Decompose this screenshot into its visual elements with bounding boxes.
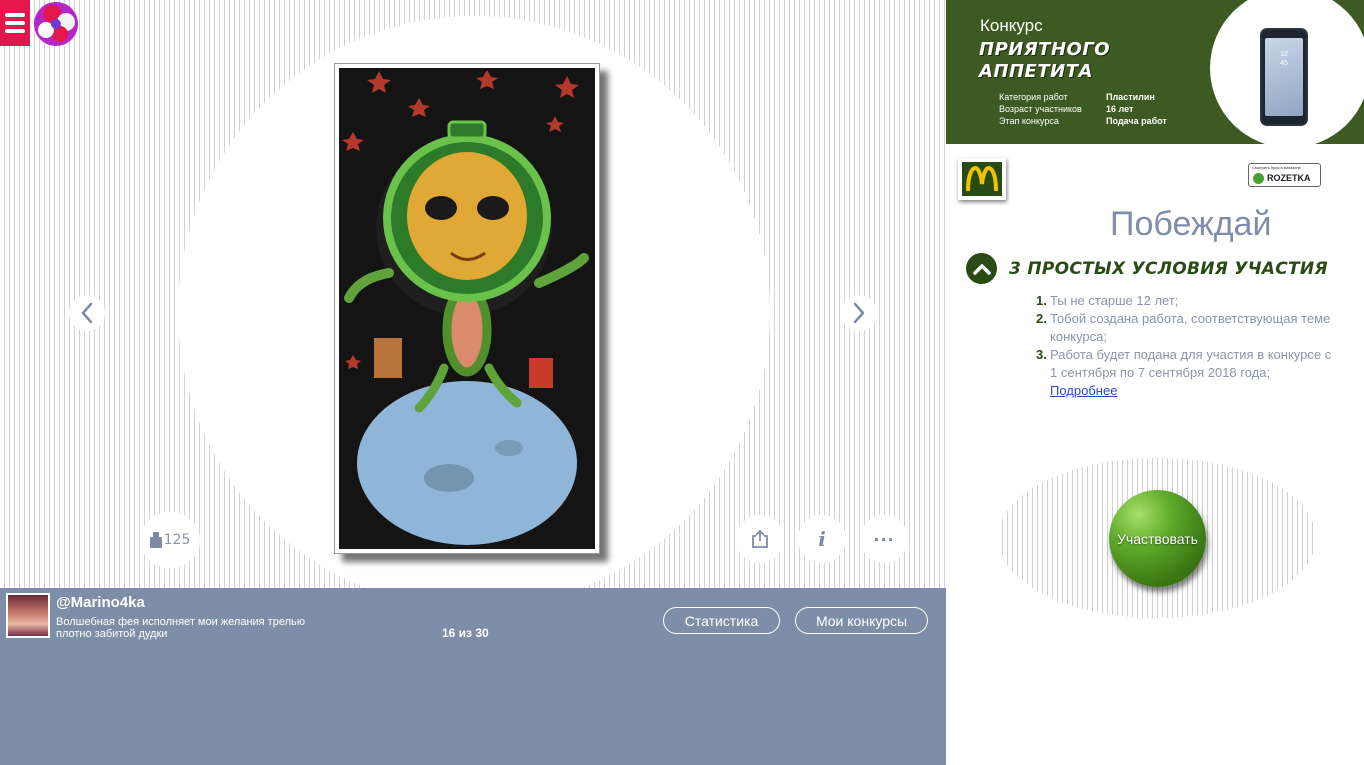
rozetka-link[interactable]: Смотреть приз в магазине ROZETKA xyxy=(1248,163,1321,187)
rozetka-icon xyxy=(1253,173,1264,184)
author-bar: @Marino4ka Волшебная фея исполняет мои ж… xyxy=(0,588,946,765)
sponsor-logo[interactable] xyxy=(958,158,1006,200)
more-button[interactable]: ··· xyxy=(860,515,908,563)
condition-text: Тобой создана работа, соответствующая те… xyxy=(1050,311,1331,344)
promo-row-key: Этап конкурса xyxy=(999,116,1059,126)
chevron-right-icon xyxy=(853,302,865,324)
author-handle[interactable]: @Marino4ka xyxy=(56,594,145,611)
more-details-link[interactable]: Подробнее xyxy=(1050,383,1117,398)
my-contests-button[interactable]: Мои конкурсы xyxy=(795,607,928,634)
list-item: 2. Тобой создана работа, соответствующая… xyxy=(1036,310,1336,346)
chevron-left-icon xyxy=(81,302,93,324)
mcdonalds-logo xyxy=(966,166,998,192)
likes-count: 125 xyxy=(163,532,191,548)
prev-artwork-button[interactable] xyxy=(69,295,105,331)
conditions-list: 1. Ты не старше 12 лет; 2. Тобой создана… xyxy=(1036,292,1336,400)
share-button[interactable] xyxy=(736,515,784,563)
more-icon: ··· xyxy=(873,529,895,549)
promo-row-value: Пластилин xyxy=(1106,92,1155,102)
condition-number: 1. xyxy=(1036,293,1047,308)
condition-text: Ты не старше 12 лет; xyxy=(1050,293,1179,308)
conditions-toggle[interactable]: 3 ПРОСТЫХ УСЛОВИЯ УЧАСТИЯ xyxy=(966,253,1328,284)
prize-phone-image: 12 45 xyxy=(1260,28,1308,126)
phone-screen: 12 45 xyxy=(1265,38,1303,116)
promo-row-key: Возраст участников xyxy=(999,104,1082,114)
next-artwork-button[interactable] xyxy=(841,295,877,331)
promo-row-value: Подача работ xyxy=(1106,116,1167,126)
promo-row-key: Категория работ xyxy=(999,92,1068,102)
logo-icon[interactable] xyxy=(30,0,82,48)
conditions-title: 3 ПРОСТЫХ УСЛОВИЯ УЧАСТИЯ xyxy=(1009,258,1328,279)
rozetka-caption: Смотреть приз в магазине xyxy=(1252,165,1301,170)
info-button[interactable]: i xyxy=(798,515,846,563)
artwork-counter: 16 из 30 xyxy=(442,626,489,640)
info-icon: i xyxy=(818,527,826,551)
promo-row-value: 16 лет xyxy=(1106,104,1134,114)
share-icon xyxy=(752,529,768,548)
win-heading: Побеждай xyxy=(1110,205,1272,243)
like-button[interactable]: 125 xyxy=(140,512,200,568)
promo-label: Конкурс xyxy=(980,16,1043,35)
menu-icon[interactable] xyxy=(0,0,30,46)
participate-button[interactable]: Участвовать xyxy=(1109,490,1206,587)
list-item: 3. Работа будет подана для участия в кон… xyxy=(1036,346,1336,400)
avatar[interactable] xyxy=(6,593,50,638)
like-icon xyxy=(149,532,162,548)
condition-number: 2. xyxy=(1036,311,1047,326)
stats-button[interactable]: Статистика xyxy=(663,607,780,634)
contest-banner[interactable]: Конкурс ПРИЯТНОГО АППЕТИТА Категория раб… xyxy=(946,0,1364,144)
rozetka-name: ROZETKA xyxy=(1267,173,1311,183)
promo-title: ПРИЯТНОГО АППЕТИТА xyxy=(979,39,1111,82)
condition-text: Работа будет подана для участия в конкур… xyxy=(1050,347,1332,380)
list-item: 1. Ты не старше 12 лет; xyxy=(1036,292,1336,310)
artwork-image[interactable] xyxy=(334,63,600,554)
chevron-up-icon[interactable] xyxy=(966,253,997,284)
author-bio: Волшебная фея исполняет мои желания трел… xyxy=(56,616,305,640)
condition-number: 3. xyxy=(1036,347,1047,362)
artwork-gallery: 125 i ··· xyxy=(0,0,946,590)
